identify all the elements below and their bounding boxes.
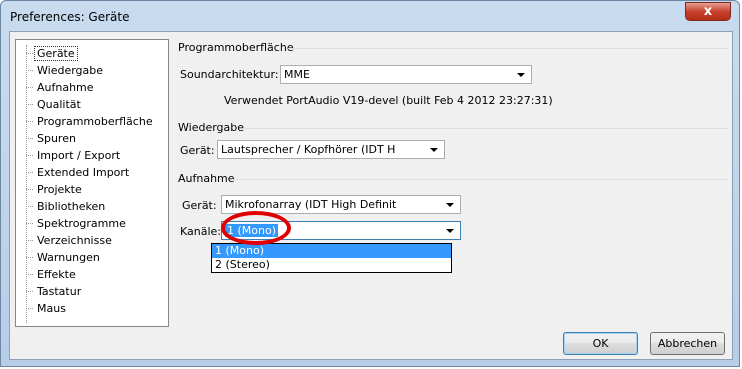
settings-panel: Programmoberfläche Soundarchitektur: MME… (170, 32, 732, 332)
channels-label: Kanäle: (180, 225, 222, 238)
cancel-button[interactable]: Abbrechen (650, 332, 725, 355)
playback-device-label: Gerät: (180, 144, 215, 157)
group-divider (242, 128, 728, 129)
tree-item-label: Import / Export (37, 149, 121, 162)
host-select[interactable]: MME (280, 65, 532, 84)
group-divider (232, 179, 728, 180)
tree-item-label: Spektrogramme (37, 217, 126, 230)
chevron-down-icon (517, 73, 525, 77)
window-title: Preferences: Geräte (10, 10, 130, 24)
tree-item-effekte[interactable]: Effekte (16, 266, 168, 283)
tree-item-label: Qualität (37, 98, 81, 111)
playback-device-value: Lautsprecher / Kopfhörer (IDT H (221, 143, 396, 156)
preferences-window: Preferences: Geräte x Geräte Wiedergabe … (0, 0, 740, 367)
tree-item-programmoberflaeche[interactable]: Programmoberfläche (16, 113, 168, 130)
recording-device-label: Gerät: (182, 199, 217, 212)
chevron-down-icon (446, 229, 454, 233)
tree-item-verzeichnisse[interactable]: Verzeichnisse (16, 232, 168, 249)
portaudio-info: Verwendet PortAudio V19-devel (built Feb… (224, 94, 553, 107)
tree-item-label: Wiedergabe (37, 64, 104, 77)
tree-item-label: Verzeichnisse (37, 234, 112, 247)
group-divider (288, 48, 728, 49)
tree-item-label: Spuren (37, 132, 76, 145)
tree-item-label: Maus (37, 302, 66, 315)
tree-item-warnungen[interactable]: Warnungen (16, 249, 168, 266)
tree-item-extended-import[interactable]: Extended Import (16, 164, 168, 181)
ok-button[interactable]: OK (563, 332, 638, 355)
tree-item-spektrogramme[interactable]: Spektrogramme (16, 215, 168, 232)
playback-device-select[interactable]: Lautsprecher / Kopfhörer (IDT H (217, 140, 445, 159)
tree-item-aufnahme[interactable]: Aufnahme (16, 79, 168, 96)
interface-group-title: Programmoberfläche (178, 41, 294, 54)
tree-item-spuren[interactable]: Spuren (16, 130, 168, 147)
tree-item-wiedergabe[interactable]: Wiedergabe (16, 62, 168, 79)
host-label: Soundarchitektur: (180, 68, 279, 81)
recording-device-value: Mikrofonarray (IDT High Definit (225, 198, 397, 211)
tree-item-geraete[interactable]: Geräte (16, 45, 168, 62)
title-bar[interactable]: Preferences: Geräte x (1, 1, 739, 31)
dialog-client-area: Geräte Wiedergabe Aufnahme Qualität Prog… (9, 31, 733, 360)
tree-item-bibliotheken[interactable]: Bibliotheken (16, 198, 168, 215)
host-select-value: MME (284, 68, 310, 81)
playback-group-title: Wiedergabe (178, 121, 245, 134)
tree-item-label: Geräte (34, 46, 78, 61)
close-icon: x (703, 4, 713, 19)
chevron-down-icon (430, 148, 438, 152)
tree-item-maus[interactable]: Maus (16, 300, 168, 317)
tree-item-label: Aufnahme (37, 81, 94, 94)
dropdown-option-mono[interactable]: 1 (Mono) (212, 244, 451, 258)
tree-item-label: Programmoberfläche (37, 115, 153, 128)
tree-item-projekte[interactable]: Projekte (16, 181, 168, 198)
tree-item-label: Bibliotheken (37, 200, 106, 213)
dropdown-option-stereo[interactable]: 2 (Stereo) (212, 258, 451, 272)
annotation-circle (221, 211, 291, 245)
tree-item-import-export[interactable]: Import / Export (16, 147, 168, 164)
tree-item-tastatur[interactable]: Tastatur (16, 283, 168, 300)
channels-dropdown-list[interactable]: 1 (Mono) 2 (Stereo) (211, 243, 452, 273)
category-tree[interactable]: Geräte Wiedergabe Aufnahme Qualität Prog… (15, 39, 169, 327)
close-button[interactable]: x (685, 2, 731, 21)
tree-item-label: Projekte (37, 183, 82, 196)
tree-item-label: Effekte (37, 268, 76, 281)
chevron-down-icon (446, 203, 454, 207)
tree-item-qualitaet[interactable]: Qualität (16, 96, 168, 113)
tree-item-label: Extended Import (37, 166, 130, 179)
tree-item-label: Tastatur (37, 285, 82, 298)
recording-group-title: Aufnahme (178, 172, 235, 185)
tree-item-label: Warnungen (37, 251, 100, 264)
